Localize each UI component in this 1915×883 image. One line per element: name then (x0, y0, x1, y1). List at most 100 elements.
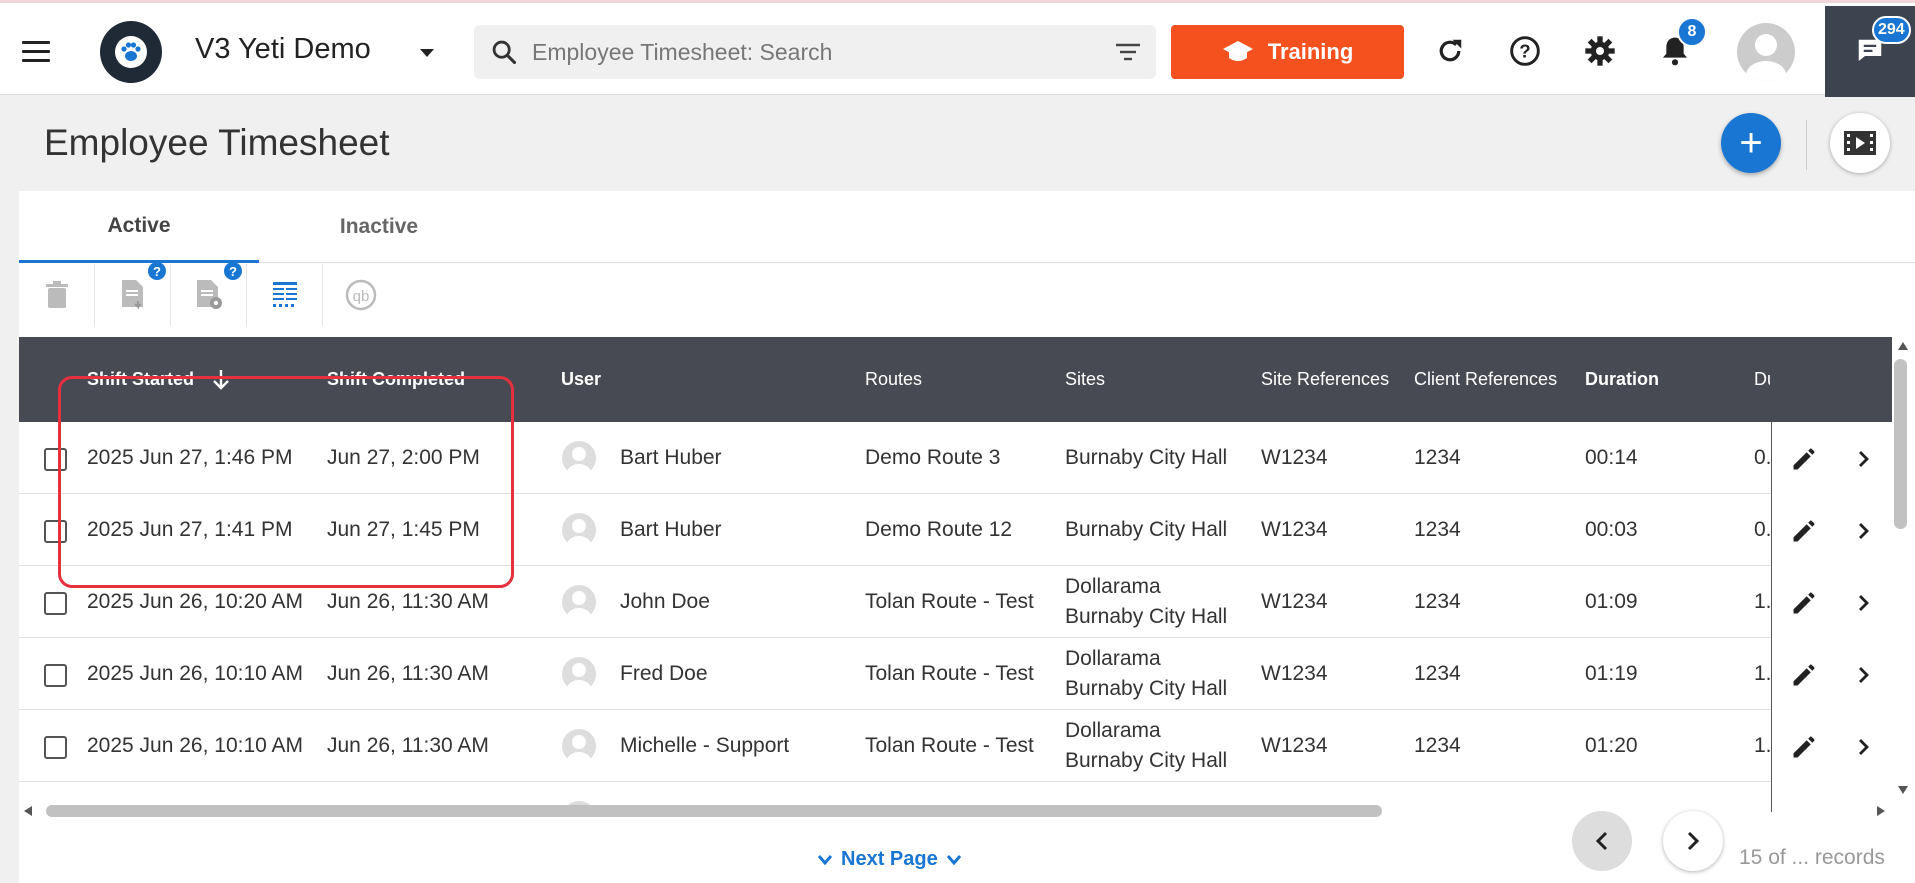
chevron-right-icon[interactable] (1849, 732, 1879, 762)
user-avatar-icon (562, 585, 596, 619)
routes-cell: Tolan Route - Test (865, 590, 1034, 613)
next-page-label: Next Page (841, 848, 938, 870)
plus-icon: + (1739, 121, 1763, 165)
column-settings-button[interactable] (247, 264, 323, 326)
user-avatar[interactable] (1737, 23, 1795, 81)
truncated-cell: 1. (1754, 590, 1770, 613)
shift-completed-cell: Jun 26, 11:30 AM (327, 662, 489, 685)
svg-text:?: ? (1519, 41, 1530, 62)
row-checkbox[interactable] (44, 592, 67, 615)
tab-inactive[interactable]: Inactive (259, 191, 499, 263)
training-label: Training (1267, 39, 1354, 64)
tab-active[interactable]: Active (19, 191, 259, 263)
search-input[interactable] (532, 35, 1052, 69)
table-header: Shift Started Shift Completed User Route… (19, 337, 1892, 422)
column-header-client-references[interactable]: Client References (1414, 337, 1557, 422)
site-name: Burnaby City Hall (1065, 518, 1228, 541)
user-avatar-icon (562, 729, 596, 763)
help-icon[interactable]: ? (1508, 34, 1542, 68)
column-header-shift-completed[interactable]: Shift Completed (327, 337, 465, 422)
scroll-left-icon[interactable] (23, 805, 33, 817)
help-badge[interactable]: ? (224, 262, 242, 280)
chevron-right-icon[interactable] (1849, 516, 1879, 546)
filter-icon[interactable] (1114, 40, 1142, 64)
shift-started-cell: 2025 Jun 27, 1:41 PM (87, 518, 293, 541)
refresh-icon[interactable] (1433, 34, 1467, 68)
column-header-user[interactable]: User (561, 337, 601, 422)
video-tutorial-button[interactable] (1830, 113, 1890, 173)
duration-cell: 01:19 (1585, 662, 1638, 685)
column-header-truncated[interactable]: Du (1754, 337, 1770, 422)
row-checkbox[interactable] (44, 520, 67, 543)
edit-pencil-icon[interactable] (1789, 516, 1819, 546)
chevron-right-icon[interactable] (1849, 444, 1879, 474)
client-ref-cell: 1234 (1414, 734, 1461, 757)
help-badge[interactable]: ? (148, 262, 166, 280)
next-page-link[interactable]: Next Page (817, 848, 962, 871)
app-title[interactable]: V3 Yeti Demo (195, 33, 371, 66)
search-bar (474, 25, 1156, 79)
sites-cell: Dollarama Burnaby City Hall (1065, 638, 1227, 710)
vertical-scroll-thumb[interactable] (1894, 359, 1907, 529)
duration-cell: 01:09 (1585, 590, 1638, 613)
training-button[interactable]: Training (1171, 25, 1404, 79)
edit-pencil-icon[interactable] (1789, 588, 1819, 618)
scroll-right-icon[interactable] (1876, 805, 1886, 817)
columns-icon (272, 282, 297, 307)
scroll-down-icon[interactable] (1897, 785, 1909, 795)
edit-pencil-icon[interactable] (1789, 444, 1819, 474)
edit-pencil-icon[interactable] (1789, 660, 1819, 690)
table-body: 2025 Jun 27, 1:46 PM Jun 27, 2:00 PM Bart … (19, 422, 1892, 812)
row-actions (1771, 638, 1892, 710)
menu-icon[interactable] (22, 41, 50, 62)
chevron-right-icon[interactable] (1849, 660, 1879, 690)
row-actions (1771, 566, 1892, 638)
app-switch-chevron-icon[interactable] (420, 49, 434, 57)
table-row[interactable]: 2025 Jun 27, 1:41 PM Jun 27, 1:45 PM Bart … (19, 494, 1892, 566)
site-name: Dollarama (1065, 719, 1161, 742)
row-checkbox[interactable] (44, 736, 67, 759)
app-logo[interactable] (100, 21, 162, 83)
site-ref-cell: W1234 (1261, 590, 1328, 613)
settings-gear-icon[interactable] (1583, 34, 1617, 68)
graduation-cap-icon (1222, 41, 1253, 61)
row-checkbox[interactable] (44, 664, 67, 687)
column-header-site-references[interactable]: Site References (1261, 337, 1389, 422)
shift-completed-cell: Jun 26, 11:30 AM (327, 590, 489, 613)
trash-icon (45, 281, 68, 308)
notifications-badge: 8 (1677, 17, 1707, 47)
site-name: Dollarama (1065, 647, 1161, 670)
column-header-duration[interactable]: Duration (1585, 337, 1659, 422)
column-header-sites[interactable]: Sites (1065, 337, 1105, 422)
chevron-right-icon[interactable] (1849, 588, 1879, 618)
table-row[interactable]: 2025 Jun 26, 10:20 AM Jun 26, 11:30 AM Joh… (19, 566, 1892, 638)
messages-panel[interactable]: 294 (1825, 6, 1915, 97)
table-row[interactable]: 2025 Jun 26, 10:10 AM Jun 26, 11:30 AM Fre… (19, 638, 1892, 710)
column-header-routes[interactable]: Routes (865, 337, 922, 422)
report-settings-button[interactable]: ? (171, 262, 247, 326)
routes-cell: Demo Route 3 (865, 446, 1001, 469)
add-record-button[interactable]: + (1721, 113, 1781, 173)
horizontal-scroll-thumb[interactable] (46, 805, 1382, 817)
table-row[interactable]: 2025 Jun 26, 10:10 AM Jun 26, 11:30 AM Mic… (19, 710, 1892, 782)
edit-pencil-icon[interactable] (1789, 732, 1819, 762)
scroll-up-icon[interactable] (1897, 341, 1909, 351)
next-page-button[interactable] (1663, 811, 1723, 871)
delete-button[interactable] (19, 264, 95, 326)
export-report-button[interactable]: ? (95, 262, 171, 326)
sort-arrow-down-icon[interactable] (212, 369, 230, 391)
previous-page-button[interactable] (1572, 811, 1632, 871)
row-checkbox[interactable] (44, 448, 67, 471)
user-avatar-icon (562, 441, 596, 475)
header-divider (1806, 120, 1807, 170)
shift-started-cell: 2025 Jun 26, 10:20 AM (87, 590, 303, 613)
user-avatar-icon (562, 657, 596, 691)
tab-bar: Active Inactive (19, 191, 1915, 263)
site-name: Dollarama (1065, 575, 1161, 598)
site-ref-cell: W1234 (1261, 446, 1328, 469)
quickbooks-button[interactable]: qb (323, 264, 399, 326)
table-row[interactable]: 2025 Jun 27, 1:46 PM Jun 27, 2:00 PM Bart … (19, 422, 1892, 494)
table-toolbar: ? ? qb (19, 262, 1915, 326)
page-title: Employee Timesheet (44, 122, 390, 163)
column-header-shift-started[interactable]: Shift Started (87, 337, 230, 422)
